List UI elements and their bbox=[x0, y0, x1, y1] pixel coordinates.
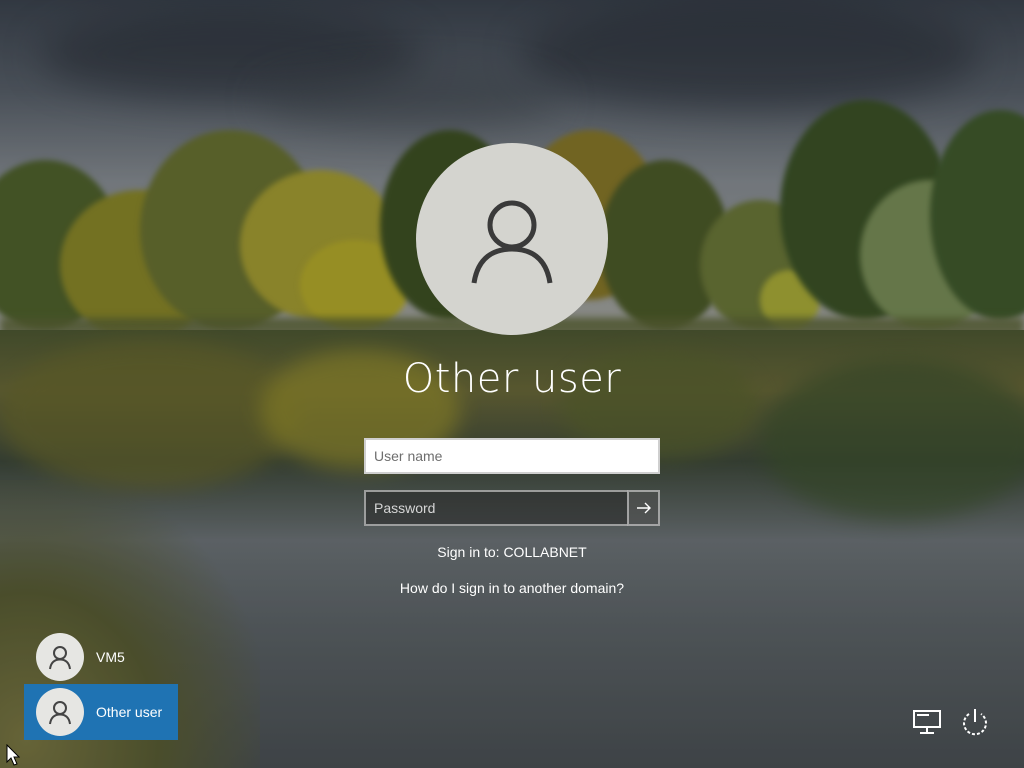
network-icon bbox=[913, 710, 941, 734]
other-domain-link[interactable]: How do I sign in to another domain? bbox=[400, 580, 624, 596]
power-button[interactable] bbox=[958, 705, 992, 739]
user-tile-other-user[interactable]: Other user bbox=[24, 684, 178, 740]
password-input[interactable] bbox=[364, 490, 628, 526]
user-avatar-icon bbox=[49, 701, 71, 725]
username-input[interactable] bbox=[364, 438, 660, 474]
network-button[interactable] bbox=[910, 705, 944, 739]
user-avatar-icon bbox=[471, 200, 553, 284]
mouse-cursor-icon bbox=[6, 744, 20, 766]
user-avatar-icon bbox=[49, 646, 71, 670]
user-tile-label: VM5 bbox=[96, 649, 125, 665]
sign-in-submit-button[interactable] bbox=[627, 490, 660, 526]
user-tile-avatar bbox=[36, 633, 84, 681]
user-tile-avatar bbox=[36, 688, 84, 736]
arrow-right-icon bbox=[636, 502, 651, 514]
account-name: Other user bbox=[402, 356, 622, 402]
power-icon bbox=[963, 709, 987, 736]
account-avatar bbox=[416, 143, 608, 335]
user-tile-vm5[interactable]: VM5 bbox=[24, 629, 178, 685]
user-tile-label: Other user bbox=[96, 704, 163, 720]
sign-in-domain-text: Sign in to: COLLABNET bbox=[437, 544, 587, 560]
